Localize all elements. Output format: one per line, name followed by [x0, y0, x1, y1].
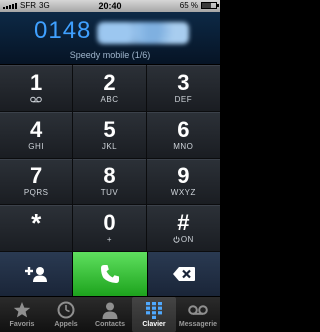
dialer-actions: [0, 252, 221, 296]
tab-clavier[interactable]: Clavier: [132, 297, 176, 332]
key-digit: *: [31, 208, 42, 239]
tab-favoris[interactable]: Favoris: [0, 297, 44, 332]
call-button[interactable]: [73, 252, 148, 296]
voicemail-icon: [188, 305, 208, 315]
phone-icon: [101, 265, 119, 283]
key-letters: WXYZ: [170, 188, 196, 198]
key-digit: 1: [30, 69, 43, 95]
dialed-number: 0148: [34, 17, 92, 44]
person-icon: [102, 302, 118, 319]
key-letters: ABC: [100, 94, 119, 104]
battery-percent: 65 %: [179, 1, 198, 10]
number-display: 0148 Speedy mobile (1/6): [0, 12, 220, 65]
tab-appels[interactable]: Appels: [44, 297, 88, 332]
clock-icon: [57, 301, 75, 319]
key-9[interactable]: 9 WXYZ: [146, 158, 220, 206]
key-8[interactable]: 8 TUV: [73, 158, 147, 206]
matched-contact[interactable]: Speedy mobile (1/6): [0, 50, 220, 60]
key-star[interactable]: *: [0, 205, 74, 252]
key-digit: 7: [30, 163, 43, 189]
battery-icon: [201, 2, 219, 9]
tab-label: Clavier: [142, 321, 166, 328]
tab-label: Favoris: [9, 321, 35, 328]
key-letters: JKL: [101, 141, 118, 151]
tab-bar: Favoris Appels Contacts Clavier Messager…: [0, 296, 220, 332]
key-letters: DEF: [174, 94, 193, 104]
key-digit: 0: [103, 210, 116, 236]
key-letters: TUV: [100, 188, 119, 198]
key-7[interactable]: 7 PQRS: [0, 158, 74, 206]
tab-label: Appels: [54, 321, 78, 328]
key-1[interactable]: 1: [0, 65, 74, 112]
tab-contacts[interactable]: Contacts: [88, 297, 132, 332]
tab-messagerie[interactable]: Messagerie: [176, 297, 220, 332]
star-icon: [13, 302, 31, 318]
voicemail-icon: [30, 96, 42, 103]
key-digit: 9: [177, 163, 190, 189]
key-letters: +: [106, 235, 113, 245]
key-digit: 5: [103, 116, 116, 142]
obscured-digits: [97, 22, 189, 44]
key-letters: MNO: [173, 141, 194, 151]
key-letters: PQRS: [23, 188, 49, 198]
backspace-icon: [172, 267, 195, 281]
key-letters: GHI: [28, 141, 45, 151]
add-contact-icon: [25, 267, 48, 282]
key-2[interactable]: 2 ABC: [73, 65, 147, 112]
key-digit: 2: [103, 69, 116, 95]
tab-label: Contacts: [95, 321, 125, 328]
key-3[interactable]: 3 DEF: [146, 65, 220, 112]
key-digit: 6: [177, 116, 190, 142]
status-bar: SFR 3G 20:40 65 %: [0, 0, 220, 12]
key-letters: [30, 95, 42, 104]
key-digit: 8: [103, 163, 116, 189]
dial-keypad: 1 2 ABC 3 DEF 4 GHI 5 JKL 6 MNO 7 PQRS 8…: [0, 65, 220, 252]
key-4[interactable]: 4 GHI: [0, 111, 74, 159]
key-6[interactable]: 6 MNO: [146, 111, 220, 159]
add-contact-button[interactable]: [0, 252, 74, 296]
key-5[interactable]: 5 JKL: [73, 111, 147, 159]
key-hash-on-label: ON: [180, 235, 194, 245]
keypad-icon: [146, 302, 162, 319]
key-letters: ON: [173, 235, 194, 244]
tab-label: Messagerie: [178, 321, 218, 328]
key-digit: 4: [30, 116, 43, 142]
key-hash[interactable]: # ON: [146, 205, 220, 252]
key-digit: #: [177, 210, 190, 236]
power-icon: [173, 236, 180, 243]
delete-button[interactable]: [147, 252, 221, 296]
key-digit: 3: [177, 69, 190, 95]
key-0[interactable]: 0 +: [73, 205, 147, 252]
